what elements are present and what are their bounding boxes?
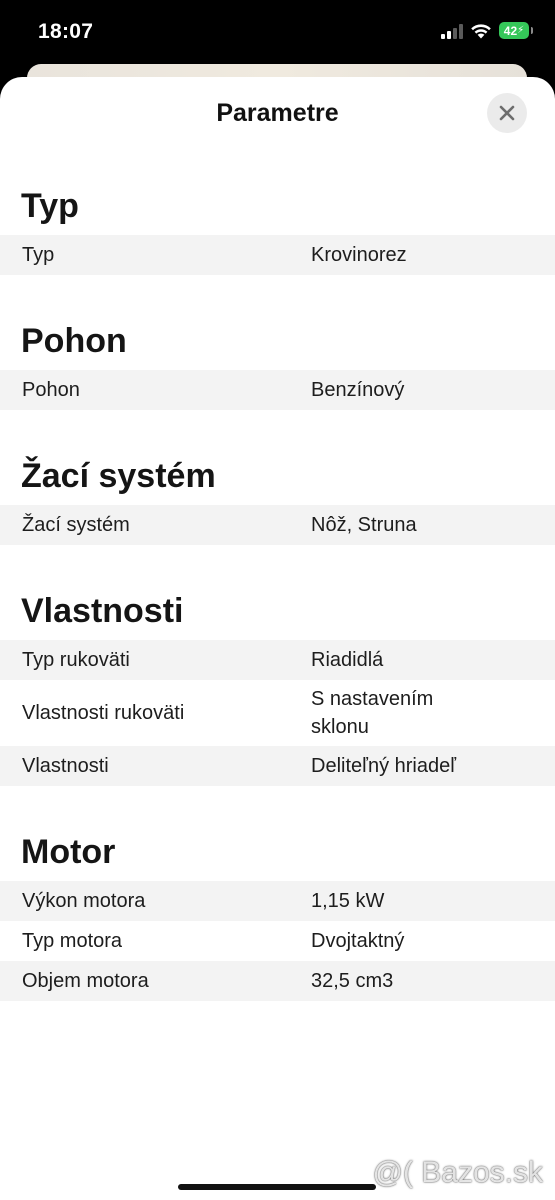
section-typ: Typ Typ Krovinorez — [0, 177, 555, 275]
section-pohon: Pohon Pohon Benzínový — [0, 312, 555, 410]
param-label: Vlastnosti — [22, 754, 109, 777]
param-label: Typ rukoväti — [22, 648, 130, 671]
sheet-title: Parametre — [216, 99, 339, 127]
param-value: Nôž, Struna — [311, 514, 417, 536]
param-row: Typ motora Dvojtaktný — [0, 921, 555, 961]
section-motor: Motor Výkon motora 1,15 kW Typ motora Dv… — [0, 823, 555, 1001]
param-row: Typ Krovinorez — [0, 235, 555, 275]
param-row: Výkon motora 1,15 kW — [0, 881, 555, 921]
param-label: Pohon — [22, 378, 80, 401]
param-value: Benzínový — [311, 379, 405, 401]
watermark-logo: @( Bazos.sk — [372, 1156, 544, 1189]
param-label: Vlastnosti rukoväti — [22, 701, 185, 724]
param-label: Výkon motora — [22, 889, 146, 912]
param-row: Žací systém Nôž, Struna — [0, 505, 555, 545]
signal-icon — [441, 23, 463, 39]
param-label: Žací systém — [22, 513, 130, 536]
close-icon — [499, 105, 515, 121]
param-row: Vlastnosti rukoväti S nastavením sklonu — [0, 680, 555, 746]
param-label: Objem motora — [22, 969, 149, 992]
parameters-sheet: Parametre Typ Typ Krovinorez Pohon Pohon… — [0, 77, 555, 1200]
section-heading: Typ — [21, 187, 79, 225]
param-value: Riadidlá — [311, 649, 384, 671]
section-heading: Žací systém — [21, 457, 216, 495]
param-label: Typ motora — [22, 929, 123, 952]
param-row: Typ rukoväti Riadidlá — [0, 640, 555, 680]
section-heading: Pohon — [21, 322, 127, 360]
section-heading: Vlastnosti — [21, 592, 184, 630]
status-time: 18:07 — [38, 20, 94, 43]
param-value: 32,5 cm3 — [311, 970, 394, 992]
home-indicator[interactable] — [178, 1184, 376, 1190]
section-zaci-system: Žací systém Žací systém Nôž, Struna — [0, 447, 555, 545]
battery-level: 42 — [503, 23, 518, 38]
param-row: Objem motora 32,5 cm3 — [0, 961, 555, 1001]
param-row: Pohon Benzínový — [0, 370, 555, 410]
param-value: 1,15 kW — [311, 890, 385, 912]
section-vlastnosti: Vlastnosti Typ rukoväti Riadidlá Vlastno… — [0, 582, 555, 786]
section-heading: Motor — [21, 833, 116, 871]
battery-charging-icon: 42 ⚡ — [499, 22, 533, 39]
param-value: S nastavením sklonu — [311, 688, 434, 738]
parameters-list: Typ Typ Krovinorez Pohon Pohon Benzínový… — [0, 177, 555, 1038]
wifi-icon — [471, 23, 491, 38]
param-value: Krovinorez — [311, 244, 407, 266]
param-label: Typ — [22, 243, 55, 266]
status-icons: 42 ⚡ — [441, 22, 533, 39]
param-row: Vlastnosti Deliteľný hriadeľ — [0, 746, 555, 786]
param-value: Deliteľný hriadeľ — [311, 755, 457, 777]
close-button[interactable] — [487, 93, 527, 133]
param-value: Dvojtaktný — [311, 930, 405, 952]
status-bar: 18:07 42 ⚡ — [0, 0, 555, 64]
